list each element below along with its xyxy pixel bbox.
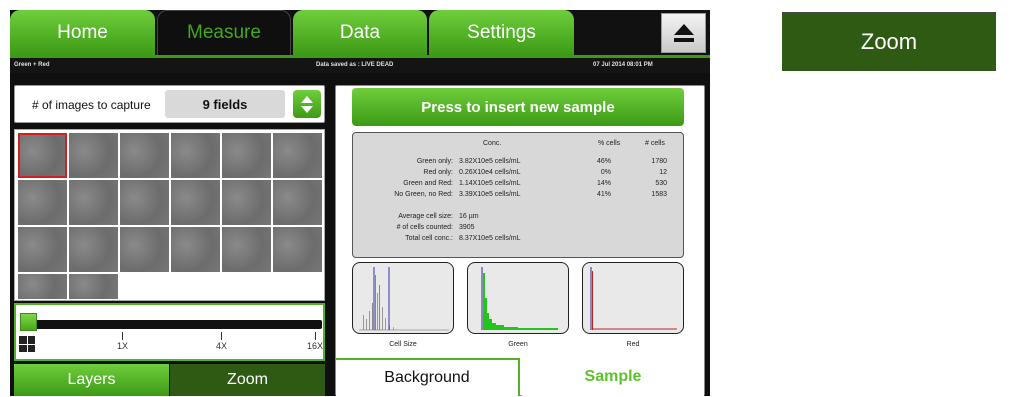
- image-thumbnail[interactable]: [120, 180, 169, 225]
- row-conc: 3.82X10e5 cells/mL: [459, 158, 521, 165]
- row-label: Red only:: [423, 169, 453, 176]
- sample-button[interactable]: Sample: [522, 358, 704, 396]
- results-table: Conc. % cells # cells Green only: 3.82X1…: [352, 132, 684, 258]
- image-thumbnail[interactable]: [120, 227, 169, 272]
- summary-label: Average cell size:: [398, 213, 453, 220]
- row-pct: 14%: [596, 180, 611, 187]
- cell-size-histogram[interactable]: [352, 262, 454, 334]
- status-datetime: 07 Jul 2014 08:01 PM: [593, 62, 653, 68]
- summary-value: 8.37X10e5 cells/mL: [459, 235, 521, 242]
- insert-sample-button[interactable]: Press to insert new sample: [352, 88, 684, 126]
- header-num-cells: # cells: [645, 140, 665, 147]
- image-thumbnail[interactable]: [120, 133, 169, 178]
- results-panel: Press to insert new sample Conc. % cells…: [335, 85, 705, 396]
- image-thumbnail[interactable]: [69, 227, 118, 272]
- row-count: 1780: [651, 158, 667, 165]
- zoom-tick: [122, 332, 123, 340]
- image-thumbnail[interactable]: [273, 133, 322, 178]
- status-channel: Green + Red: [14, 62, 50, 68]
- capture-label: # of images to capture: [32, 98, 151, 112]
- row-count: 1583: [651, 191, 667, 198]
- row-count: 12: [659, 169, 667, 176]
- row-conc: 1.14X10e5 cells/mL: [459, 180, 521, 187]
- image-thumbnail[interactable]: [171, 180, 220, 225]
- zoom-button[interactable]: Zoom: [170, 364, 325, 396]
- image-thumbnail[interactable]: [69, 180, 118, 225]
- zoom-tick-label-16x: 16X: [307, 341, 324, 351]
- green-histogram[interactable]: [467, 262, 569, 334]
- red-histogram-plot: [590, 267, 677, 330]
- zoom-tick-label-4x: 4X: [216, 341, 228, 351]
- summary-label: # of cells counted:: [396, 224, 453, 231]
- image-thumbnail-selected[interactable]: [18, 133, 67, 178]
- zoom-overlay-button[interactable]: Zoom: [782, 12, 996, 71]
- image-thumbnail[interactable]: [273, 227, 322, 272]
- green-histogram-label: Green: [508, 341, 528, 348]
- tab-settings[interactable]: Settings: [429, 10, 574, 55]
- row-label: Green and Red:: [403, 180, 453, 187]
- zoom-tick: [221, 332, 222, 340]
- zoom-tick-label-1x: 1X: [117, 341, 129, 351]
- image-thumbnail[interactable]: [69, 133, 118, 178]
- tab-home[interactable]: Home: [10, 10, 155, 55]
- background-button[interactable]: Background: [336, 358, 520, 396]
- zoom-slider-track[interactable]: [26, 320, 322, 329]
- image-panel: # of images to capture 9 fields 1X 4X 16…: [14, 85, 325, 396]
- status-bar: Green + Red Data saved as : LIVE DEAD 07…: [10, 58, 710, 73]
- tab-data[interactable]: Data: [293, 10, 427, 55]
- red-histogram-label: Red: [626, 341, 640, 348]
- green-histogram-plot: [481, 267, 558, 330]
- image-thumbnail[interactable]: [18, 274, 67, 299]
- image-thumbnail-grid: [14, 129, 325, 301]
- image-thumbnail[interactable]: [222, 133, 271, 178]
- row-label: No Green, no Red:: [394, 191, 453, 198]
- zoom-slider-handle[interactable]: [20, 313, 37, 331]
- row-conc: 0.26X10e4 cells/mL: [459, 169, 521, 176]
- layers-grid-icon[interactable]: [19, 336, 35, 352]
- tab-measure[interactable]: Measure: [157, 10, 291, 55]
- cell-size-histogram-label: Cell Size: [389, 341, 417, 348]
- image-thumbnail[interactable]: [171, 133, 220, 178]
- row-pct: 46%: [596, 158, 611, 165]
- row-count: 530: [655, 180, 667, 187]
- arrow-down-icon[interactable]: [301, 105, 313, 113]
- capture-stepper[interactable]: [293, 90, 321, 118]
- image-thumbnail[interactable]: [222, 180, 271, 225]
- tab-bar: Home Measure Data Settings: [10, 10, 710, 55]
- zoom-slider-panel: 1X 4X 16X: [14, 303, 325, 361]
- eject-icon: [673, 24, 694, 42]
- status-saved-as: Data saved as : LIVE DEAD: [316, 62, 394, 68]
- row-label: Green only:: [416, 158, 453, 165]
- image-thumbnail[interactable]: [171, 227, 220, 272]
- layers-button[interactable]: Layers: [14, 364, 169, 396]
- summary-value: 16 µm: [459, 213, 479, 220]
- row-pct: 41%: [596, 191, 611, 198]
- cell-size-histogram-plot: [359, 267, 449, 331]
- arrow-up-icon[interactable]: [301, 95, 313, 103]
- header-pct-cells: % cells: [598, 140, 621, 147]
- capture-value[interactable]: 9 fields: [165, 90, 285, 118]
- eject-button[interactable]: [661, 13, 706, 53]
- header-conc: Conc.: [483, 140, 502, 147]
- image-thumbnail[interactable]: [273, 180, 322, 225]
- summary-value: 3905: [459, 224, 475, 231]
- capture-selector: # of images to capture 9 fields: [14, 85, 325, 123]
- image-thumbnail[interactable]: [18, 180, 67, 225]
- row-pct: 0%: [600, 169, 611, 176]
- image-thumbnail[interactable]: [222, 227, 271, 272]
- image-thumbnail[interactable]: [18, 227, 67, 272]
- summary-label: Total cell conc.:: [405, 235, 453, 242]
- image-thumbnail[interactable]: [69, 274, 118, 299]
- zoom-tick: [315, 332, 316, 340]
- device-screen: Home Measure Data Settings Green + Red D…: [10, 10, 710, 396]
- red-histogram[interactable]: [582, 262, 684, 334]
- row-conc: 3.39X10e5 cells/mL: [459, 191, 521, 198]
